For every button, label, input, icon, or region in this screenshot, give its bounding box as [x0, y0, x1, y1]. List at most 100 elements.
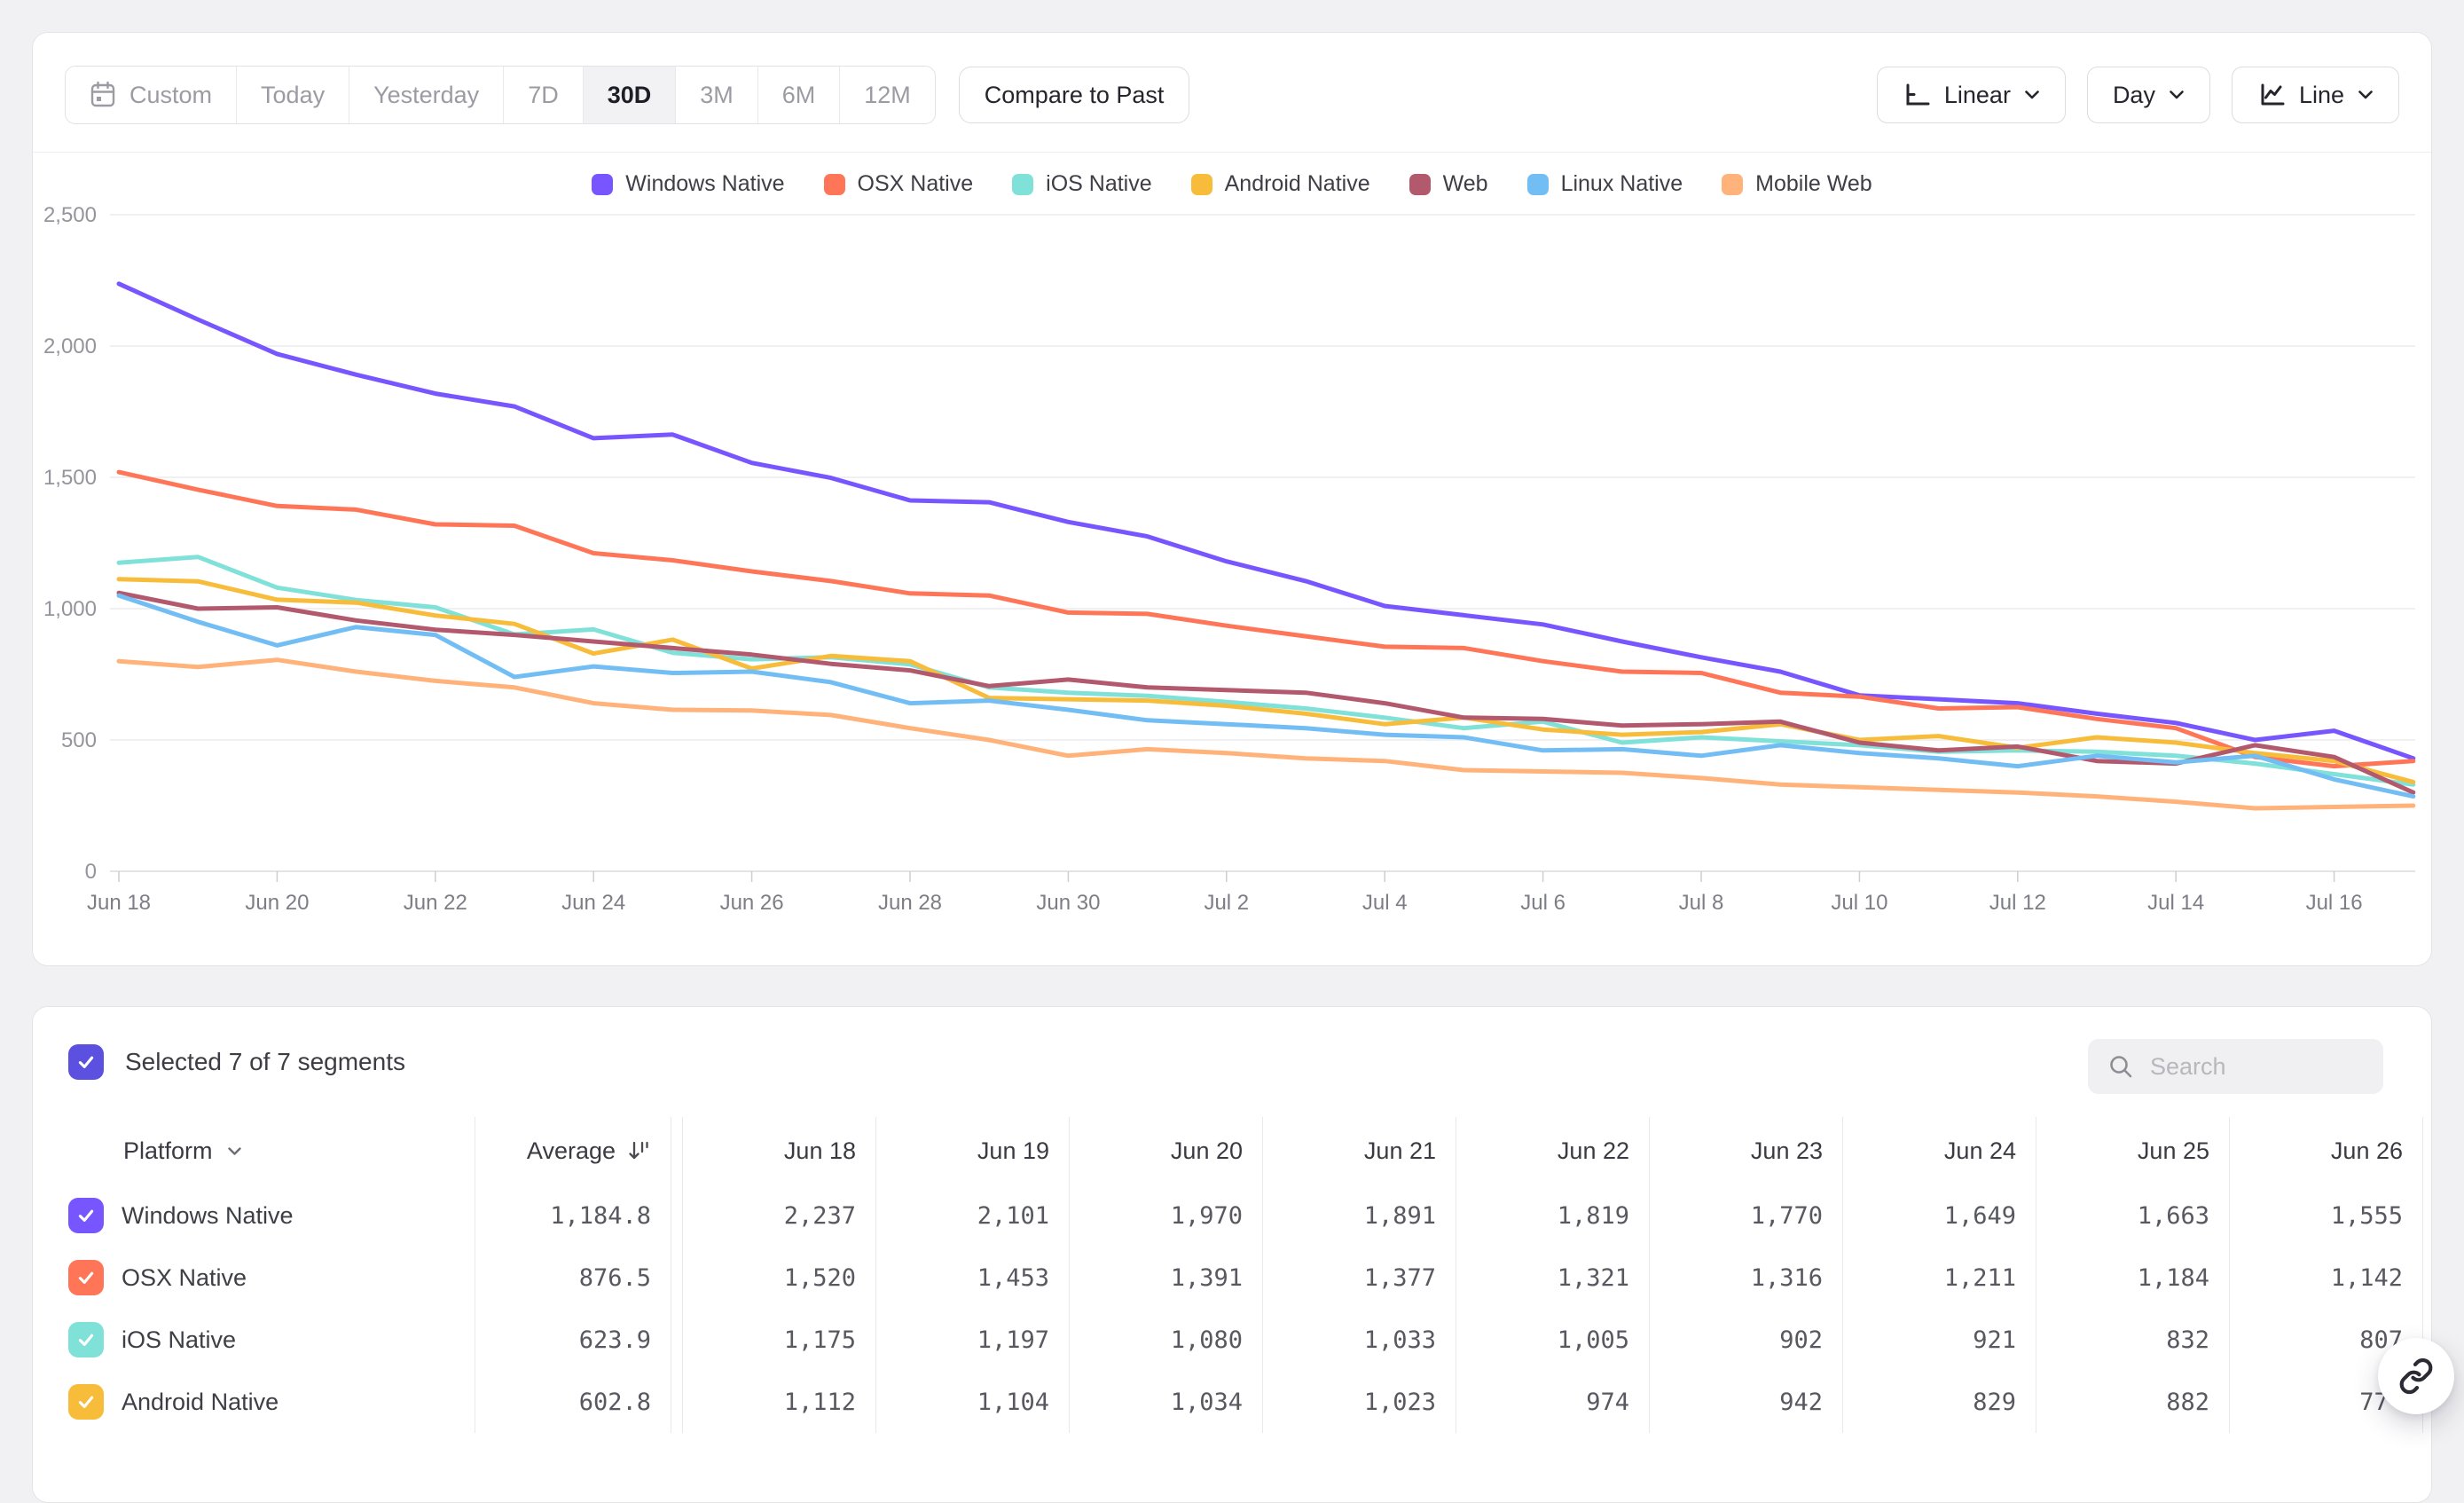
- range-30d-button[interactable]: 30D: [583, 67, 676, 123]
- chart-type-dropdown[interactable]: Line: [2232, 67, 2399, 123]
- series-line-ios-native[interactable]: [119, 557, 2413, 785]
- legend-swatch: [1722, 174, 1743, 195]
- segment-value: 1,112: [784, 1389, 856, 1416]
- average-cell: 876.5: [475, 1247, 671, 1309]
- range-today-button[interactable]: Today: [236, 67, 349, 123]
- scale-dropdown[interactable]: Linear: [1877, 67, 2066, 123]
- range-12m-button[interactable]: 12M: [839, 67, 935, 123]
- column-header-jun-21[interactable]: Jun 21: [1262, 1117, 1456, 1184]
- platform-cell-windows-native[interactable]: Windows Native: [68, 1184, 475, 1247]
- range-3m-button[interactable]: 3M: [675, 67, 757, 123]
- segment-value: 1,970: [1171, 1202, 1243, 1230]
- segment-value: 1,142: [2331, 1264, 2403, 1292]
- column-header-jun-18[interactable]: Jun 18: [682, 1117, 875, 1184]
- segment-value: 1,377: [1364, 1264, 1436, 1292]
- value-cell-jun-18: 2,237: [682, 1184, 875, 1247]
- date-header-label: Jun 24: [1944, 1137, 2016, 1165]
- date-header-label: Jun 20: [1171, 1137, 1243, 1165]
- y-axis-tick-label: 500: [61, 728, 97, 752]
- segment-value: 832: [2166, 1326, 2209, 1354]
- segment-value: 1,175: [784, 1326, 856, 1354]
- x-axis-tick-label: Jun 28: [878, 891, 942, 915]
- column-header-jun-19[interactable]: Jun 19: [875, 1117, 1069, 1184]
- column-gap: [671, 1309, 682, 1371]
- legend-label: OSX Native: [858, 171, 974, 197]
- column-header-jun-25[interactable]: Jun 25: [2036, 1117, 2229, 1184]
- column-header-jun-20[interactable]: Jun 20: [1069, 1117, 1262, 1184]
- range-custom-button[interactable]: Custom: [66, 67, 236, 123]
- legend-swatch: [1191, 174, 1212, 195]
- column-header-average[interactable]: Average: [475, 1117, 671, 1184]
- date-header-label: Jun 22: [1558, 1137, 1629, 1165]
- series-line-windows-native[interactable]: [119, 284, 2413, 759]
- legend-label: iOS Native: [1046, 171, 1151, 197]
- legend-item-linux-native[interactable]: Linux Native: [1527, 171, 1683, 197]
- range-7d-button[interactable]: 7D: [503, 67, 583, 123]
- compare-to-past-button[interactable]: Compare to Past: [959, 67, 1190, 123]
- series-line-mobile-web[interactable]: [119, 660, 2413, 808]
- average-value: 623.9: [579, 1326, 651, 1354]
- value-cell-jun-21: 1,891: [1262, 1184, 1456, 1247]
- row-checkbox-osx-native[interactable]: [68, 1260, 104, 1295]
- legend-swatch: [1012, 174, 1033, 195]
- date-header-label: Jun 19: [977, 1137, 1049, 1165]
- x-axis-tick-label: Jul 16: [2306, 891, 2363, 915]
- segment-value: 2,101: [977, 1202, 1049, 1230]
- legend-item-mobile-web[interactable]: Mobile Web: [1722, 171, 1872, 197]
- value-cell-jun-21: 1,023: [1262, 1371, 1456, 1433]
- range-6m-button[interactable]: 6M: [757, 67, 840, 123]
- range-yesterday-button[interactable]: Yesterday: [349, 67, 503, 123]
- value-cell-jun-26: 1,555: [2229, 1184, 2422, 1247]
- value-cell-jun-19: 1,197: [875, 1309, 1069, 1371]
- platform-cell-android-native[interactable]: Android Native: [68, 1371, 475, 1433]
- column-header-jun-24[interactable]: Jun 24: [1842, 1117, 2036, 1184]
- row-checkbox-windows-native[interactable]: [68, 1198, 104, 1233]
- average-cell: 623.9: [475, 1309, 671, 1371]
- link-icon: [2397, 1357, 2435, 1395]
- legend-item-ios-native[interactable]: iOS Native: [1012, 171, 1151, 197]
- interval-dropdown[interactable]: Day: [2087, 67, 2210, 123]
- column-header-jun-23[interactable]: Jun 23: [1649, 1117, 1842, 1184]
- legend-swatch: [1527, 174, 1549, 195]
- series-line-linux-native[interactable]: [119, 595, 2413, 796]
- x-axis-tick-label: Jul 14: [2147, 891, 2204, 915]
- segment-search-box: [2088, 1039, 2383, 1094]
- platform-cell-ios-native[interactable]: iOS Native: [68, 1309, 475, 1371]
- value-cell-jun-23: 1,770: [1649, 1184, 1842, 1247]
- scale-dropdown-label: Linear: [1944, 82, 2011, 109]
- value-cell-jun-26: 1,142: [2229, 1247, 2422, 1309]
- legend-item-osx-native[interactable]: OSX Native: [824, 171, 974, 197]
- column-header-jun-22[interactable]: Jun 22: [1456, 1117, 1649, 1184]
- platform-cell-osx-native[interactable]: OSX Native: [68, 1247, 475, 1309]
- chevron-down-icon: [2169, 90, 2185, 100]
- value-cell-jun-20: 1,970: [1069, 1184, 1262, 1247]
- y-axis-tick-label: 1,500: [43, 466, 97, 490]
- legend-swatch: [1409, 174, 1431, 195]
- row-checkbox-ios-native[interactable]: [68, 1322, 104, 1357]
- column-header-platform[interactable]: Platform: [68, 1117, 475, 1184]
- linear-axis-icon: [1903, 83, 1931, 107]
- column-header-jun-26[interactable]: Jun 26: [2229, 1117, 2422, 1184]
- select-all-checkbox[interactable]: [68, 1044, 104, 1080]
- table-right-border: [2422, 1184, 2432, 1247]
- value-cell-jun-24: 1,649: [1842, 1184, 2036, 1247]
- copy-link-fab[interactable]: [2378, 1338, 2454, 1414]
- chevron-down-icon: [227, 1146, 242, 1156]
- value-cell-jun-20: 1,034: [1069, 1371, 1262, 1433]
- row-checkbox-android-native[interactable]: [68, 1384, 104, 1420]
- search-input[interactable]: [2148, 1052, 2364, 1082]
- legend-item-windows-native[interactable]: Windows Native: [592, 171, 784, 197]
- segment-value: 1,649: [1944, 1202, 2016, 1230]
- value-cell-jun-19: 2,101: [875, 1184, 1069, 1247]
- segment-value: 1,520: [784, 1264, 856, 1292]
- legend-item-web[interactable]: Web: [1409, 171, 1488, 197]
- date-header-label: Jun 26: [2331, 1137, 2403, 1165]
- x-axis-tick-label: Jul 10: [1831, 891, 1887, 915]
- series-line-web[interactable]: [119, 593, 2413, 792]
- x-axis-tick-label: Jul 4: [1362, 891, 1408, 915]
- chart-card: 05001,0001,5002,0002,500Jun 18Jun 20Jun …: [32, 32, 2432, 966]
- x-axis-tick-label: Jun 20: [245, 891, 309, 915]
- legend-item-android-native[interactable]: Android Native: [1191, 171, 1370, 197]
- column-gap: [671, 1247, 682, 1309]
- value-cell-jun-25: 882: [2036, 1371, 2229, 1433]
